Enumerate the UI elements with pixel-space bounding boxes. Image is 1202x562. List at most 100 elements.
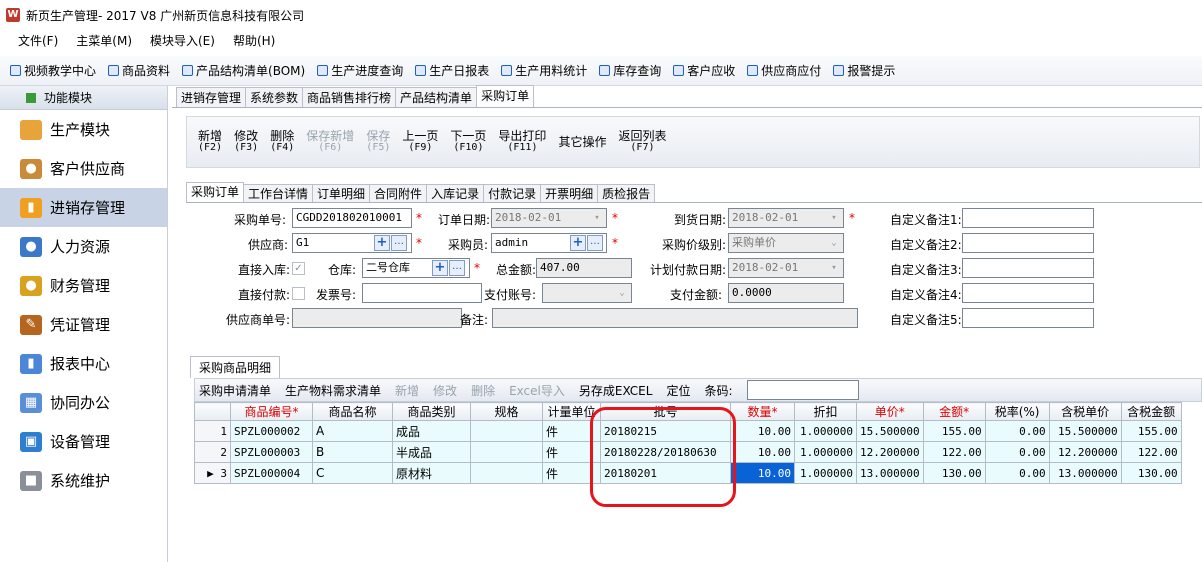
toolbar-alerts[interactable]: 报警提示 bbox=[833, 62, 895, 79]
cell-category[interactable]: 原材料 bbox=[392, 462, 471, 484]
cell-tax-rate[interactable]: 0.00 bbox=[984, 462, 1050, 484]
purchase-request-list-button[interactable]: 采购申请清单 bbox=[199, 382, 271, 399]
cell-code[interactable]: SPZL000003 bbox=[230, 441, 313, 463]
chevron-down-icon[interactable]: ⌄ bbox=[614, 285, 630, 301]
col-header-name[interactable]: 商品名称 bbox=[312, 402, 393, 421]
col-header-tax-rate[interactable]: 税率(%) bbox=[984, 402, 1050, 421]
cell-unit[interactable]: 件 bbox=[542, 441, 601, 463]
more-icon[interactable]: … bbox=[391, 235, 407, 251]
cell-tax-amount[interactable]: 122.00 bbox=[1120, 441, 1182, 463]
remark-field[interactable] bbox=[492, 308, 858, 328]
tab-system-params[interactable]: 系统参数 bbox=[245, 87, 304, 107]
col-header-discount[interactable]: 折扣 bbox=[794, 402, 857, 421]
cell-spec[interactable] bbox=[470, 462, 543, 484]
sidebar-item-system[interactable]: ■ 系统维护 bbox=[0, 461, 167, 500]
cell-qty-selected[interactable]: 10.00 bbox=[730, 462, 795, 484]
locate-button[interactable]: 定位 bbox=[666, 382, 690, 399]
row-number[interactable]: ▶ 3 bbox=[194, 462, 231, 484]
arrival-date-field[interactable]: 2018-02-01 ▾ bbox=[728, 208, 844, 228]
subtab-workbench[interactable]: 工作台详情 bbox=[243, 184, 314, 202]
cell-tax-amount[interactable]: 155.00 bbox=[1120, 420, 1182, 442]
cell-name[interactable]: B bbox=[312, 441, 393, 463]
col-header-spec[interactable]: 规格 bbox=[470, 402, 543, 421]
col-header-price[interactable]: 单价* bbox=[856, 402, 924, 421]
col-header-category[interactable]: 商品类别 bbox=[392, 402, 471, 421]
calendar-dropdown-icon[interactable]: ▾ bbox=[826, 210, 842, 226]
new-button[interactable]: 新增 (F2) bbox=[197, 130, 223, 154]
sidebar-item-equipment[interactable]: ▣ 设备管理 bbox=[0, 422, 167, 461]
cell-tax-rate[interactable]: 0.00 bbox=[984, 420, 1050, 442]
subtab-order-detail[interactable]: 订单明细 bbox=[312, 184, 371, 202]
toolbar-daily-report[interactable]: 生产日报表 bbox=[415, 62, 489, 79]
custom3-field[interactable] bbox=[962, 258, 1094, 278]
tab-sales-ranking[interactable]: 商品销售排行榜 bbox=[302, 87, 397, 107]
cell-unit[interactable]: 件 bbox=[542, 420, 601, 442]
menu-help[interactable]: 帮助(H) bbox=[233, 32, 275, 49]
add-icon[interactable]: + bbox=[432, 260, 448, 276]
grid-add-button[interactable]: 新增 bbox=[395, 382, 419, 399]
direct-in-checkbox[interactable]: ✓ bbox=[292, 262, 305, 275]
cell-tax-price[interactable]: 13.000000 bbox=[1048, 462, 1122, 484]
col-header-tax-amount[interactable]: 含税金额 bbox=[1120, 402, 1182, 421]
sidebar-item-production[interactable]: 生产模块 bbox=[0, 110, 167, 149]
direct-pay-checkbox[interactable] bbox=[292, 287, 305, 300]
menu-module-import[interactable]: 模块导入(E) bbox=[150, 32, 215, 49]
cell-tax-price[interactable]: 15.500000 bbox=[1048, 420, 1122, 442]
col-header-qty[interactable]: 数量* bbox=[730, 402, 795, 421]
col-header-unit[interactable]: 计量单位 bbox=[542, 402, 601, 421]
cell-batch[interactable]: 20180228/20180630 bbox=[600, 441, 731, 463]
cell-name[interactable]: A bbox=[312, 420, 393, 442]
cell-unit[interactable]: 件 bbox=[542, 462, 601, 484]
cell-spec[interactable] bbox=[470, 420, 543, 442]
col-header-batch[interactable]: 批号 bbox=[600, 402, 731, 421]
cell-spec[interactable] bbox=[470, 441, 543, 463]
table-row[interactable]: 1 SPZL000002 A 成品 件 20180215 10.00 1.000… bbox=[194, 420, 1182, 442]
subtab-qc[interactable]: 质检报告 bbox=[597, 184, 656, 202]
custom2-field[interactable] bbox=[962, 233, 1094, 253]
cell-amount[interactable]: 155.00 bbox=[922, 420, 986, 442]
subtab-invoice[interactable]: 开票明细 bbox=[540, 184, 599, 202]
calendar-dropdown-icon[interactable]: ▾ bbox=[826, 260, 842, 276]
sidebar-item-hr[interactable]: ● 人力资源 bbox=[0, 227, 167, 266]
menu-main[interactable]: 主菜单(M) bbox=[76, 32, 132, 49]
cell-price[interactable]: 13.000000 bbox=[856, 462, 924, 484]
material-demand-list-button[interactable]: 生产物料需求清单 bbox=[285, 382, 381, 399]
sidebar-item-voucher[interactable]: ✎ 凭证管理 bbox=[0, 305, 167, 344]
excel-import-button[interactable]: Excel导入 bbox=[509, 382, 565, 399]
more-icon[interactable]: … bbox=[587, 235, 603, 251]
subtab-inbound[interactable]: 入库记录 bbox=[426, 184, 485, 202]
tab-bom[interactable]: 产品结构清单 bbox=[395, 87, 478, 107]
menu-file[interactable]: 文件(F) bbox=[18, 32, 58, 49]
cell-code[interactable]: SPZL000002 bbox=[230, 420, 313, 442]
add-icon[interactable]: + bbox=[570, 235, 586, 251]
subtab-purchase-order[interactable]: 采购订单 bbox=[186, 182, 245, 202]
cell-qty[interactable]: 10.00 bbox=[730, 441, 795, 463]
cell-discount[interactable]: 1.000000 bbox=[794, 462, 857, 484]
calendar-dropdown-icon[interactable]: ▾ bbox=[589, 210, 605, 226]
row-number[interactable]: 2 bbox=[194, 441, 231, 463]
add-icon[interactable]: + bbox=[374, 235, 390, 251]
custom1-field[interactable] bbox=[962, 208, 1094, 228]
save-button[interactable]: 保存 (F5) bbox=[365, 130, 391, 154]
cell-price[interactable]: 15.500000 bbox=[856, 420, 924, 442]
toolbar-payables[interactable]: 供应商应付 bbox=[747, 62, 821, 79]
cell-price[interactable]: 12.200000 bbox=[856, 441, 924, 463]
cell-qty[interactable]: 10.00 bbox=[730, 420, 795, 442]
cell-amount[interactable]: 122.00 bbox=[922, 441, 986, 463]
cell-discount[interactable]: 1.000000 bbox=[794, 420, 857, 442]
delete-button[interactable]: 删除 (F4) bbox=[269, 130, 295, 154]
export-print-button[interactable]: 导出打印 (F11) bbox=[497, 130, 547, 154]
tab-inventory-management[interactable]: 进销存管理 bbox=[176, 87, 247, 107]
prev-page-button[interactable]: 上一页 (F9) bbox=[401, 130, 439, 154]
toolbar-bom[interactable]: 产品结构清单(BOM) bbox=[182, 62, 305, 79]
cell-batch[interactable]: 20180201 bbox=[600, 462, 731, 484]
col-header-code[interactable]: 商品编号* bbox=[230, 402, 313, 421]
invoice-field[interactable] bbox=[362, 283, 482, 303]
order-no-field[interactable]: CGDD201802010001 bbox=[292, 208, 412, 228]
table-row[interactable]: ▶ 3 SPZL000004 C 原材料 件 20180201 10.00 1.… bbox=[194, 462, 1182, 484]
subtab-payment[interactable]: 付款记录 bbox=[483, 184, 542, 202]
table-row[interactable]: 2 SPZL000003 B 半成品 件 20180228/20180630 1… bbox=[194, 441, 1182, 463]
custom5-field[interactable] bbox=[962, 308, 1094, 328]
cell-category[interactable]: 成品 bbox=[392, 420, 471, 442]
grid-delete-button[interactable]: 删除 bbox=[471, 382, 495, 399]
